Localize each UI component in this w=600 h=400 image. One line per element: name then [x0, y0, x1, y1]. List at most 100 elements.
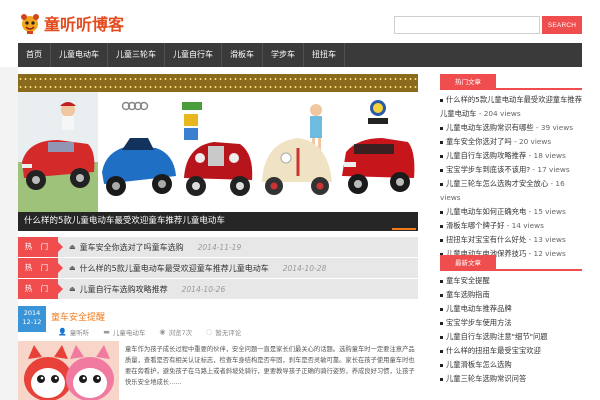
list-item[interactable]: 什么样的扭扭车最受宝宝欢迎	[440, 344, 582, 358]
hot-post-row[interactable]: 热 门 ⏏ 儿童自行车选购攻略推荐 2014-10-26	[18, 279, 418, 299]
list-item[interactable]: 什么样的5款儿童电动车最受欢迎童车推荐儿童电动车 - 204 views	[440, 93, 582, 121]
post-title[interactable]: 童车安全提醒	[51, 310, 105, 323]
hot-post-title[interactable]: 儿童自行车选购攻略推荐	[80, 284, 168, 295]
post-link[interactable]: 儿童电动车如何正确充电	[446, 207, 526, 216]
list-item[interactable]: 扭扭车对宝宝有什么好处 - 13 views	[440, 233, 582, 247]
post-link[interactable]: 儿童自行车选购注意"细节"问题	[446, 332, 548, 341]
comment-icon: ◌	[206, 328, 213, 336]
bullet-icon	[440, 377, 443, 381]
bullet-icon	[440, 140, 443, 144]
list-item[interactable]: 儿童自行车选购攻略推荐 - 18 views	[440, 149, 582, 163]
post-link[interactable]: 童车安全提醒	[446, 276, 490, 285]
slider-progress-bar	[392, 228, 416, 230]
featured-slider[interactable]: 什么样的5款儿童电动车最受欢迎童车推荐儿童电动车	[18, 74, 418, 231]
post-link[interactable]: 童车安全你选对了吗	[446, 137, 512, 146]
widget-header: 最新文章	[440, 255, 582, 271]
car-image-beige-beetle	[258, 92, 338, 212]
list-item[interactable]: 儿童滑板车怎么选购	[440, 358, 582, 372]
post-link[interactable]: 儿童三轮车怎么选购才安全放心	[446, 179, 548, 188]
tag-arrow	[58, 263, 63, 273]
post-link[interactable]: 儿童电动车选购常识有哪些	[446, 123, 534, 132]
hot-post-title[interactable]: 什么样的5款儿童电动车最受欢迎童车推荐儿童电动车	[80, 263, 269, 274]
widget-title: 热门文章	[440, 74, 496, 90]
hot-post-date: 2014-10-26	[181, 284, 226, 294]
list-item[interactable]: 宝宝学步车到底该不该用? - 17 views	[440, 163, 582, 177]
widget-title: 最新文章	[440, 255, 496, 271]
list-item[interactable]: 宝宝学步车使用方法	[440, 316, 582, 330]
post-card: 2014 12-12 童车安全提醒 👤 童听听 ▬ 儿童电动车 ◉ 浏览7次 ◌ 暂无评…	[18, 306, 418, 400]
nav-item-scooters[interactable]: 滑板车	[222, 43, 263, 67]
post-views: ◉ 浏览7次	[159, 327, 192, 337]
bullet-icon	[440, 363, 443, 367]
nav-item-tricycles[interactable]: 儿童三轮车	[108, 43, 165, 67]
popular-posts-list: 什么样的5款儿童电动车最受欢迎童车推荐儿童电动车 - 204 views 儿童电…	[440, 90, 582, 261]
post-author-name: 童听听	[69, 329, 90, 337]
search-button[interactable]: SEARCH	[542, 16, 582, 34]
nav-item-home[interactable]: 首页	[18, 43, 51, 67]
hot-post-row[interactable]: 热 门 ⏏ 什么样的5款儿童电动车最受欢迎童车推荐儿童电动车 2014-10-2…	[18, 258, 418, 278]
widget-latest-posts: 最新文章 童车安全提醒 童车选购指南 儿童电动车推荐品牌 宝宝学步车使用方法 儿…	[440, 255, 582, 386]
widget-header: 热门文章	[440, 74, 582, 90]
site-logo[interactable]: 童听听博客	[18, 10, 124, 36]
post-link[interactable]: 宝宝学步车使用方法	[446, 318, 512, 327]
post-link[interactable]: 宝宝学步车到底该不该用?	[446, 165, 530, 174]
main-navigation: 首页 儿童电动车 儿童三轮车 儿童自行车 滑板车 学步车 扭扭车	[18, 43, 582, 67]
post-thumbnail[interactable]	[18, 341, 119, 400]
hot-post-title[interactable]: 童车安全你选对了吗童车选购	[80, 242, 184, 253]
post-link[interactable]: 儿童自行车选购攻略推荐	[446, 151, 526, 160]
bullet-icon	[440, 307, 443, 311]
list-item[interactable]: 童车选购指南	[440, 288, 582, 302]
view-count: - 15 views	[528, 207, 566, 216]
bullet-icon	[440, 335, 443, 339]
list-item[interactable]: 儿童电动车如何正确充电 - 15 views	[440, 205, 582, 219]
hot-post-date: 2014-10-28	[282, 263, 327, 273]
site-header: 童听听博客 SEARCH	[0, 0, 600, 42]
site-title: 童听听博客	[44, 15, 125, 34]
bullet-icon	[440, 168, 443, 172]
post-link[interactable]: 扭扭车对宝宝有什么好处	[446, 235, 526, 244]
list-item[interactable]: 儿童三轮车选购常识问答	[440, 372, 582, 386]
post-excerpt: 童车作为孩子成长过程中重要的伙伴，安全问题一直是家长们最关心的话题。选购童车时一…	[125, 346, 415, 386]
view-count: - 204 views	[478, 109, 521, 118]
view-count: - 14 views	[506, 221, 544, 230]
list-item[interactable]: 童车安全你选对了吗 - 20 views	[440, 135, 582, 149]
bullet-icon	[440, 224, 443, 228]
list-item[interactable]: 儿童电动车选购常识有哪些 - 39 views	[440, 121, 582, 135]
post-comments[interactable]: ◌ 暂无评论	[206, 327, 241, 337]
widget-popular-posts: 热门文章 什么样的5款儿童电动车最受欢迎童车推荐儿童电动车 - 204 view…	[440, 74, 582, 261]
hot-tag: 热 门	[18, 258, 58, 278]
slider-image	[18, 92, 418, 212]
post-link[interactable]: 儿童滑板车怎么选购	[446, 360, 512, 369]
list-item[interactable]: 滑板车哪个牌子好 - 14 views	[440, 219, 582, 233]
hot-posts-list: 热 门 ⏏ 童车安全你选对了吗童车选购 2014-11-19 热 门 ⏏ 什么样…	[18, 237, 418, 300]
bullet-icon	[440, 238, 443, 242]
bullet-icon	[440, 126, 443, 130]
post-link[interactable]: 什么样的扭扭车最受宝宝欢迎	[446, 346, 541, 355]
nav-item-walkers[interactable]: 学步车	[263, 43, 304, 67]
post-link[interactable]: 儿童电动车推荐品牌	[446, 304, 512, 313]
post-link[interactable]: 儿童三轮车选购常识问答	[446, 374, 526, 383]
nav-item-electric-cars[interactable]: 儿童电动车	[51, 43, 108, 67]
post-category[interactable]: ▬ 儿童电动车	[103, 327, 145, 337]
folder-icon: ▬	[103, 328, 110, 336]
post-meta: 👤 童听听 ▬ 儿童电动车 ◉ 浏览7次 ◌ 暂无评论	[58, 327, 241, 337]
bullet-icon	[440, 154, 443, 158]
bullet-icon	[440, 98, 443, 102]
bullet-icon	[440, 182, 443, 186]
slider-caption[interactable]: 什么样的5款儿童电动车最受欢迎童车推荐儿童电动车	[18, 212, 418, 231]
nav-item-twist-cars[interactable]: 扭扭车	[304, 43, 345, 67]
hot-post-row[interactable]: 热 门 ⏏ 童车安全你选对了吗童车选购 2014-11-19	[18, 237, 418, 257]
post-link[interactable]: 滑板车哪个牌子好	[446, 221, 504, 230]
bullet-icon	[440, 210, 443, 214]
post-link[interactable]: 童车选购指南	[446, 290, 490, 299]
post-category-name: 儿童电动车	[112, 329, 146, 337]
list-item[interactable]: 童车安全提醒	[440, 274, 582, 288]
list-item[interactable]: 儿童电动车推荐品牌	[440, 302, 582, 316]
post-comments-count: 暂无评论	[215, 329, 242, 337]
post-author[interactable]: 👤 童听听	[58, 327, 89, 337]
list-item[interactable]: 儿童三轮车怎么选购才安全放心 - 16 views	[440, 177, 582, 205]
list-item[interactable]: 儿童自行车选购注意"细节"问题	[440, 330, 582, 344]
search-input[interactable]	[394, 16, 540, 34]
bullet-icon	[440, 349, 443, 353]
nav-item-bicycles[interactable]: 儿童自行车	[165, 43, 222, 67]
